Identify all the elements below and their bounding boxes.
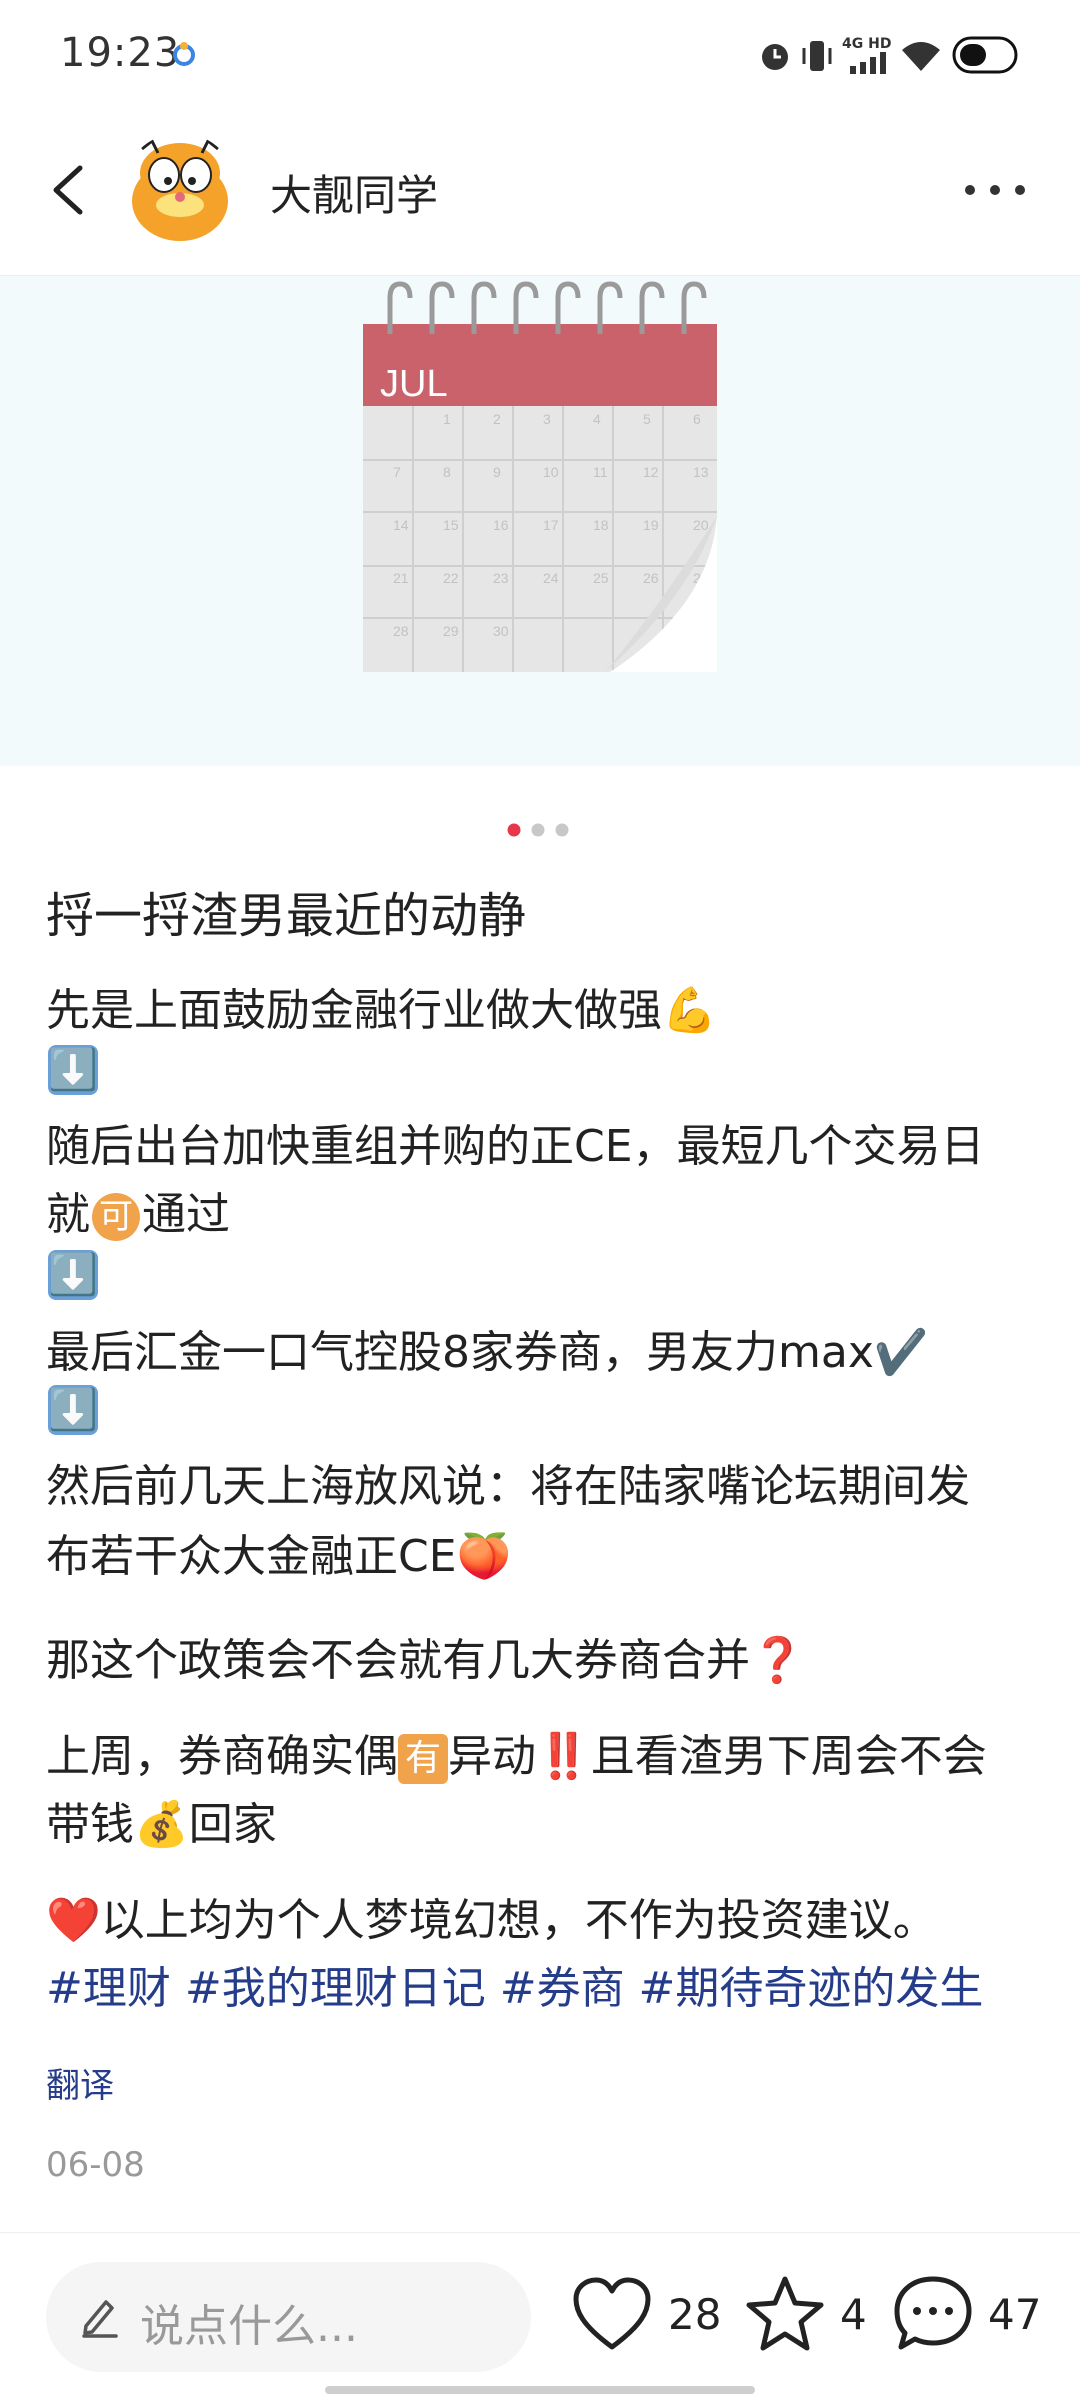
post-line-4b: 布若干众大金融正CE🍑 <box>46 1531 512 1582</box>
calendar-day: 10 <box>543 464 559 480</box>
author-name[interactable]: 大靓同学 <box>270 162 438 223</box>
calendar-day: 1 <box>443 411 451 427</box>
calendar-day: 14 <box>393 517 409 533</box>
comment-count[interactable]: 47 <box>988 2290 1041 2339</box>
battery-icon <box>952 36 1018 74</box>
image-carousel[interactable]: JUL 1 2 3 4 5 6 7 8 9 10 11 12 13 14 15 16 17 18 19 20 21 22 2… <box>0 276 1080 766</box>
calendar-day: 26 <box>643 570 659 586</box>
post-line-4a: 然后前几天上海放风说：将在陆家嘴论坛期间发 <box>46 1461 970 1512</box>
post-line-2b: 就可通过 <box>46 1178 230 1242</box>
post-line-6b-post: 回家 <box>188 1799 277 1850</box>
calendar-day: 3 <box>543 411 551 427</box>
status-time: 19:23 <box>60 30 181 76</box>
heart-emoji-icon: ❤️ <box>46 1895 101 1946</box>
calendar-day: 25 <box>593 570 609 586</box>
calendar-day: 19 <box>643 517 659 533</box>
calendar-day: 20 <box>693 517 709 533</box>
calendar-day: 5 <box>643 411 651 427</box>
calendar-day: 2 <box>493 411 501 427</box>
calendar-day: 24 <box>543 570 559 586</box>
post-title: 捋一捋渣男最近的动静 <box>46 888 527 944</box>
bottom-divider <box>0 2232 1080 2233</box>
star-icon[interactable] <box>745 2275 825 2353</box>
down-arrow-icon: ⬇️ <box>48 1385 98 1435</box>
calendar-day: 17 <box>543 517 559 533</box>
wifi-icon <box>902 42 940 71</box>
comment-icon[interactable] <box>893 2275 973 2353</box>
post-line-6a: 上周，券商确实偶有异动‼️且看渣男下周会不会 <box>46 1720 987 1784</box>
post-line-6a-post: 异动 <box>448 1731 536 1782</box>
down-arrow-icon: ⬇️ <box>48 1045 98 1095</box>
ke-badge: 可 <box>92 1193 140 1241</box>
post-line-1: 先是上面鼓励金融行业做大做强💪 <box>46 985 717 1036</box>
post-date: 06-08 <box>46 2145 145 2185</box>
calendar-day: 18 <box>593 517 609 533</box>
down-arrow-icon: ⬇️ <box>48 1250 98 1300</box>
post-line-7: ❤️以上均为个人梦境幻想，不作为投资建议。 <box>46 1884 937 1948</box>
calendar-day: 11 <box>593 464 608 480</box>
post-line-7-text: 以上均为个人梦境幻想，不作为投资建议。 <box>100 1895 937 1946</box>
question-mark-icon: ❓ <box>750 1635 805 1686</box>
like-count[interactable]: 28 <box>668 2290 721 2339</box>
avatar[interactable] <box>122 133 238 249</box>
vibrate-icon <box>802 41 832 71</box>
calendar-day: 30 <box>493 623 509 639</box>
carousel-dot-active <box>507 823 521 837</box>
calendar-day: 7 <box>393 464 401 480</box>
post-line-2a: 随后出台加快重组并购的正CE，最短几个交易日 <box>46 1121 985 1172</box>
post-line-6b-pre: 带钱 <box>46 1799 134 1850</box>
calendar-day: 16 <box>493 517 509 533</box>
post-line-6a-pre: 上周，券商确实偶 <box>46 1731 398 1782</box>
calendar-day: 6 <box>693 411 701 427</box>
comment-placeholder[interactable]: 说点什么... <box>140 2290 358 2354</box>
calendar-day: 23 <box>493 570 509 586</box>
post-line-5: 那这个政策会不会就有几大券商合并❓ <box>46 1624 805 1688</box>
calendar-day: 22 <box>443 570 459 586</box>
post-line-3: 最后汇金一口气控股8家券商，男友力max✔️ <box>46 1327 929 1378</box>
home-indicator <box>325 2386 755 2394</box>
post-line-2b-rest: 通过 <box>142 1189 230 1240</box>
money-bag-icon: 💰 <box>134 1799 189 1850</box>
post-line-6a-tail: 且看渣男下周会不会 <box>590 1731 987 1782</box>
you-badge: 有 <box>398 1734 448 1784</box>
calendar-image: JUL 1 2 3 4 5 67 8 9 10 11 12 1314 15 16 17 18 19 2021 22 2… <box>363 281 717 672</box>
calendar-day: 12 <box>643 464 659 480</box>
favorite-count[interactable]: 4 <box>840 2290 867 2339</box>
translate-link[interactable]: 翻译 <box>46 2058 114 2107</box>
post-line-5-text: 那这个政策会不会就有几大券商合并 <box>46 1635 750 1686</box>
more-icon[interactable] <box>960 170 1030 210</box>
carousel-dot <box>555 823 569 837</box>
heart-icon[interactable] <box>572 2277 652 2353</box>
alarm-icon <box>762 44 788 70</box>
network-label: 4G HD <box>842 36 892 52</box>
calendar-day: 15 <box>443 517 459 533</box>
signal-icon <box>850 52 886 74</box>
calendar-day: 28 <box>393 623 409 639</box>
back-icon[interactable] <box>40 160 100 220</box>
post-line-2b-text: 就 <box>46 1189 90 1240</box>
calendar-day: 13 <box>693 464 709 480</box>
post-line-6b: 带钱💰回家 <box>46 1788 277 1852</box>
cat-avatar-image <box>122 133 238 249</box>
double-exclamation-icon: ‼️ <box>536 1731 591 1782</box>
calendar-month: JUL <box>380 363 448 405</box>
calendar-day: 21 <box>393 570 409 586</box>
location-icon <box>173 42 195 66</box>
pen-icon <box>82 2300 118 2338</box>
hashtags[interactable]: #理财 #我的理财日记 #券商 #期待奇迹的发生 <box>46 1952 983 2016</box>
calendar-day: 4 <box>593 411 601 427</box>
calendar-day: 8 <box>443 464 451 480</box>
carousel-dot <box>531 823 545 837</box>
calendar-day: 9 <box>493 464 501 480</box>
calendar-day: 29 <box>443 623 459 639</box>
carousel-indicator <box>507 823 569 837</box>
